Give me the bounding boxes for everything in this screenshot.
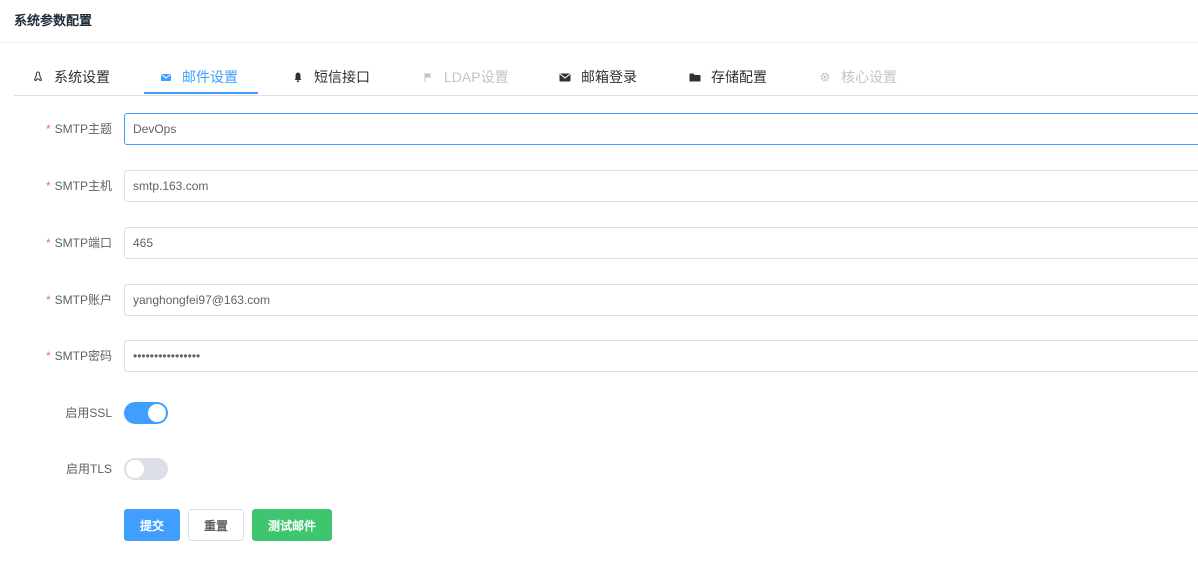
reset-button[interactable]: 重置 — [188, 509, 244, 541]
folder-icon — [689, 71, 701, 83]
smtp-password-label: * SMTP密码 — [45, 349, 112, 363]
test-mail-button[interactable]: 测试邮件 — [252, 509, 332, 541]
tab-mailbox-login[interactable]: 邮箱登录 — [559, 60, 637, 95]
smtp-port-input[interactable] — [124, 227, 1198, 259]
smtp-host-input[interactable] — [124, 170, 1198, 202]
smtp-host-row: * SMTP主机 — [0, 170, 1198, 202]
required-mark: * — [45, 122, 51, 136]
page-title: 系统参数配置 — [14, 13, 93, 28]
required-mark: * — [45, 293, 51, 307]
smtp-port-row: * SMTP端口 — [0, 227, 1198, 259]
linux-icon — [32, 71, 44, 83]
smtp-subject-row: * SMTP主题 — [0, 113, 1198, 145]
toggle-knob — [126, 460, 144, 478]
bell-icon — [292, 71, 304, 83]
tab-mail-settings[interactable]: 邮件设置 — [144, 60, 258, 94]
smtp-account-row: * SMTP账户 — [0, 284, 1198, 316]
tab-system-settings[interactable]: 系统设置 — [32, 60, 110, 95]
smtp-account-input[interactable] — [124, 284, 1198, 316]
enable-ssl-label: 启用SSL — [65, 406, 112, 420]
gear-icon — [819, 71, 831, 83]
required-mark: * — [45, 179, 51, 193]
settings-tabs: 系统设置 邮件设置 短信接口 LDAP设置 邮箱登录 存储配置 核心设置 — [14, 60, 1198, 96]
smtp-port-label: * SMTP端口 — [45, 236, 112, 250]
enable-ssl-toggle[interactable] — [124, 402, 168, 424]
required-mark: * — [45, 349, 51, 363]
smtp-subject-label: * SMTP主题 — [45, 122, 112, 136]
mail-icon — [160, 71, 172, 83]
smtp-password-input[interactable] — [124, 340, 1198, 372]
submit-button[interactable]: 提交 — [124, 509, 180, 541]
tab-sms-interface[interactable]: 短信接口 — [292, 60, 370, 95]
tab-storage-config[interactable]: 存储配置 — [689, 60, 767, 95]
enable-tls-label: 启用TLS — [65, 462, 112, 476]
smtp-account-label: * SMTP账户 — [45, 293, 112, 307]
tab-core-settings[interactable]: 核心设置 — [819, 60, 897, 95]
smtp-subject-input[interactable] — [124, 113, 1198, 145]
enable-tls-toggle[interactable] — [124, 458, 168, 480]
page-header: 系统参数配置 — [0, 0, 1198, 43]
required-mark: * — [45, 236, 51, 250]
flag-icon — [422, 71, 434, 83]
tab-ldap-settings[interactable]: LDAP设置 — [422, 60, 509, 95]
smtp-password-row: * SMTP密码 — [0, 340, 1198, 372]
envelope-icon — [559, 71, 571, 83]
enable-tls-row: 启用TLS — [0, 453, 1198, 485]
smtp-host-label: * SMTP主机 — [45, 179, 112, 193]
enable-ssl-row: 启用SSL — [0, 397, 1198, 429]
toggle-knob — [148, 404, 166, 422]
